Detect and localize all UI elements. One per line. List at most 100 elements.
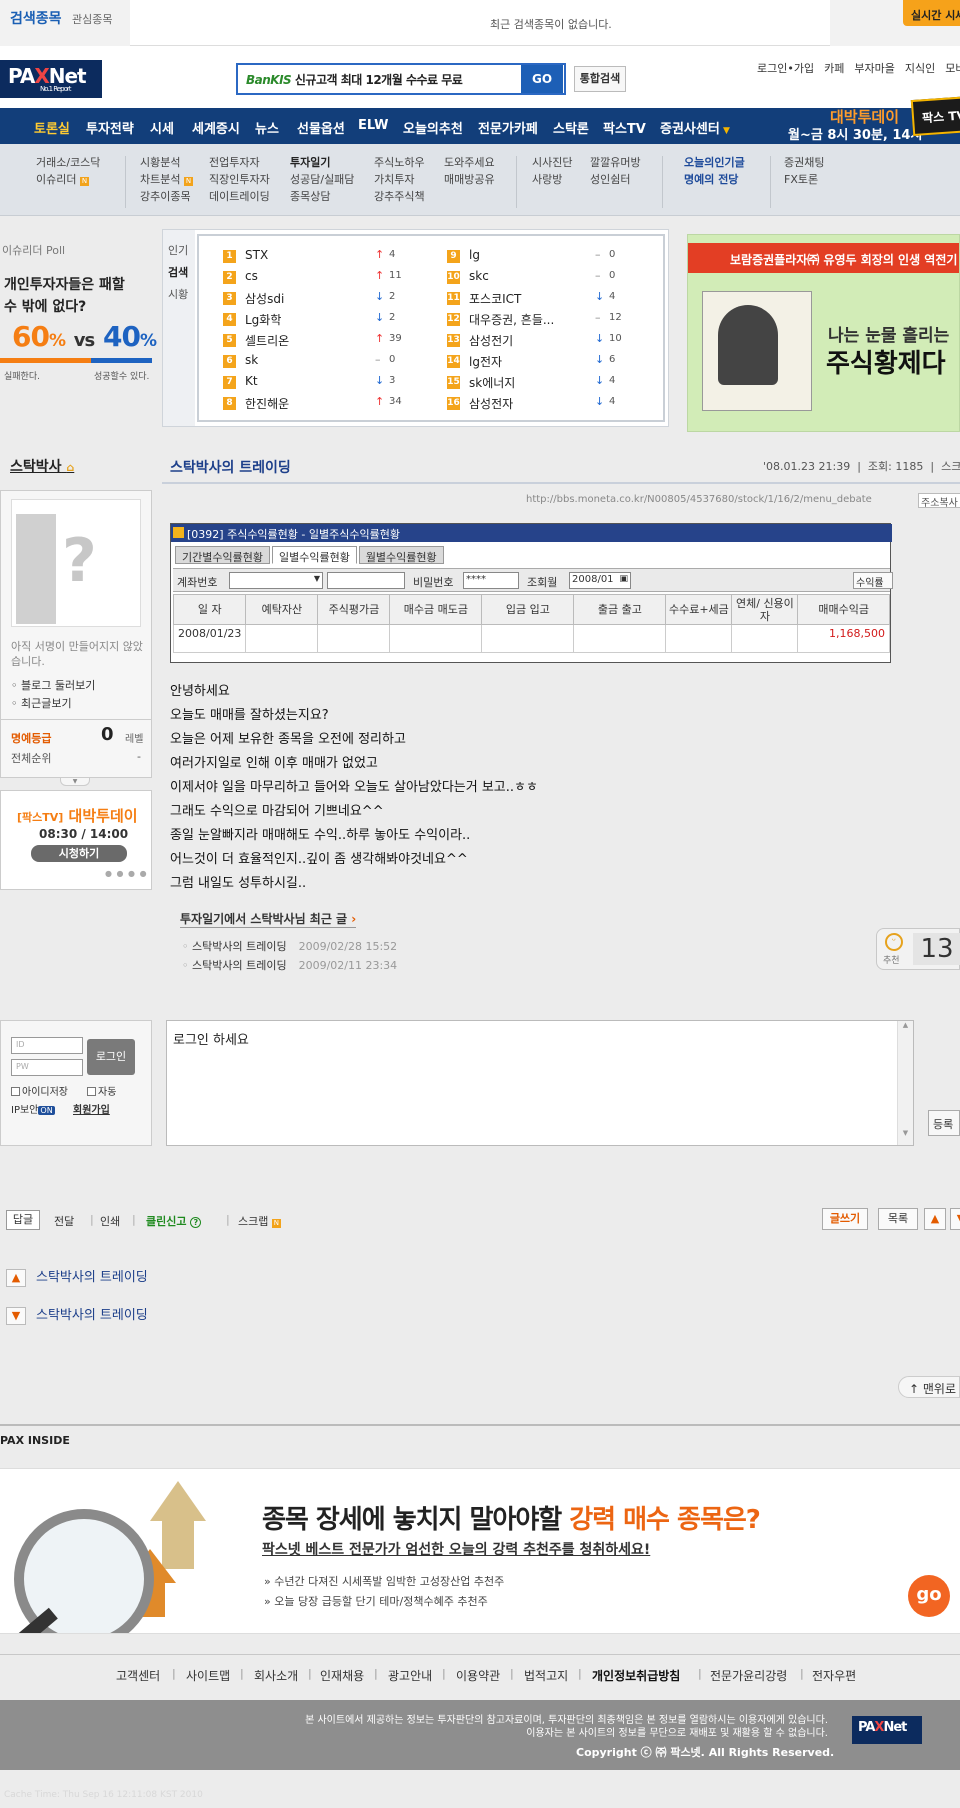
- list-button[interactable]: 목록: [878, 1208, 918, 1230]
- next-post-link[interactable]: ▼ 스탁박사의 트레이딩: [6, 1304, 148, 1325]
- comment-register-button[interactable]: 등록: [928, 1110, 960, 1136]
- recent-posts-header[interactable]: 투자일기에서 스탁박사님 최근 글 ›: [180, 910, 357, 928]
- link-join[interactable]: •가입: [787, 62, 814, 75]
- subnav-link-current[interactable]: 시사진단: [532, 154, 572, 171]
- subnav-link-help[interactable]: 도와주세요: [444, 154, 495, 171]
- realtime-quote-button[interactable]: 실시간 시세: [903, 0, 960, 26]
- prev-post-link[interactable]: ▲ 스탁박사의 트레이딩: [6, 1266, 148, 1287]
- paxtv-badge[interactable]: 팍스 TV: [910, 95, 960, 137]
- forward-link[interactable]: 전달: [54, 1213, 74, 1229]
- recent-posts-link[interactable]: ◦ 최근글보기: [11, 695, 72, 711]
- recent-post-item[interactable]: ◦ 스탁박사의 트레이딩 2009/02/28 15:52: [182, 938, 397, 954]
- carousel-dots[interactable]: ● ● ● ●: [105, 869, 148, 878]
- subnav-link-humor[interactable]: 깔깔유머방: [590, 154, 641, 171]
- search-banner[interactable]: BanKIS 신규고객 최대 12개월 수수료 무료: [236, 63, 566, 95]
- subnav-link-chat[interactable]: 증권채팅: [784, 154, 824, 171]
- tab-search[interactable]: 검색: [168, 264, 188, 280]
- recommend-button[interactable]: ᵕ 추천 13: [876, 928, 960, 970]
- subnav-link-trade-share[interactable]: 매매방공유: [444, 171, 495, 188]
- ranking-item[interactable]: 4 Lg화학 ↓ 2: [223, 309, 423, 330]
- ranking-item[interactable]: 10 skc –0: [447, 267, 647, 288]
- daebak-today-promo[interactable]: 대박투데이 월~금 8시 30분, 14시: [780, 94, 922, 144]
- ranking-item[interactable]: 3 삼성sdi ↓ 2: [223, 288, 423, 309]
- footer-link-privacy[interactable]: 개인정보취급방침: [592, 1667, 680, 1684]
- link-mobile[interactable]: 모바일: [945, 62, 960, 75]
- pw-input[interactable]: PW: [11, 1059, 83, 1076]
- ip-security-toggle[interactable]: IP보안 ON: [11, 1101, 55, 1116]
- subnav-link-daytrading[interactable]: 데이트레이딩: [209, 188, 270, 205]
- footer-link-sitemap[interactable]: 사이트맵: [186, 1667, 230, 1684]
- ranking-item[interactable]: 2 cs ↑ 11: [223, 267, 423, 288]
- ranking-item[interactable]: 5 셀트리온 ↑ 39: [223, 330, 423, 351]
- footer-link-email[interactable]: 전자우편: [812, 1667, 856, 1684]
- ranking-item[interactable]: 16 삼성전자 ↓ 4: [447, 393, 647, 414]
- pax-inside-ad[interactable]: 종목 장세에 놓치지 말아야할 강력 매수 종목은? 팍스넷 베스트 전문가가 …: [0, 1468, 960, 1634]
- paxnet-logo[interactable]: PAXNet No.1 Report: [0, 60, 102, 98]
- ranking-item[interactable]: 15 sk에너지 ↓ 4: [447, 372, 647, 393]
- arrow-down-icon[interactable]: ▼: [950, 1208, 960, 1230]
- nav-item-strategy[interactable]: 투자전략: [86, 118, 134, 137]
- ranking-item[interactable]: 8 한진해운 ↑ 34: [223, 393, 423, 414]
- subnav-link-value[interactable]: 가치투자: [374, 171, 425, 188]
- ranking-item[interactable]: 11 포스코ICT ↓ 4: [447, 288, 647, 309]
- subnav-link-chart-analysis[interactable]: 차트분석 N: [140, 171, 193, 188]
- subnav-link-strong-pick[interactable]: 강추이종목: [140, 188, 193, 205]
- ranking-item[interactable]: 1 STX ↑ 4: [223, 246, 423, 267]
- subnav-link-popular[interactable]: 오늘의인기글: [684, 154, 745, 171]
- subnav-link-office-investor[interactable]: 직장인투자자: [209, 171, 270, 188]
- subnav-link-books[interactable]: 강추주식책: [374, 188, 425, 205]
- to-top-button[interactable]: ↑ 맨위로: [898, 1376, 960, 1398]
- book-banner[interactable]: 보람증권플라자㈜ 유영두 회장의 인생 역전기 나는 눈물 흘리는 주식황제다: [687, 234, 960, 432]
- subnav-link-hall-of-fame[interactable]: 명예의 전당: [684, 171, 745, 188]
- login-button[interactable]: 로그인: [87, 1039, 135, 1075]
- join-link[interactable]: 회원가입: [73, 1101, 110, 1116]
- footer-link-terms[interactable]: 이용약관: [456, 1667, 500, 1684]
- footer-link-about[interactable]: 회사소개: [254, 1667, 298, 1684]
- subnav-link-diary[interactable]: 투자일기: [290, 154, 354, 171]
- nav-item-paxtv[interactable]: 팍스TV: [603, 118, 646, 137]
- ad-go-button[interactable]: go: [908, 1575, 950, 1617]
- link-knowledge[interactable]: 지식인: [905, 62, 935, 75]
- ranking-item[interactable]: 12 대우증권, 흔들... –12: [447, 309, 647, 330]
- subnav-link-lounge[interactable]: 사랑방: [532, 171, 572, 188]
- arrow-up-icon[interactable]: ▲: [924, 1208, 946, 1230]
- footer-link-ads[interactable]: 광고안내: [388, 1667, 432, 1684]
- comment-textarea[interactable]: 로그인 하세요 ▲ ▼: [166, 1020, 914, 1146]
- footer-link-support[interactable]: 고객센터: [116, 1667, 160, 1684]
- author-name[interactable]: 스탁박사 ⌂: [10, 456, 74, 476]
- save-id-checkbox[interactable]: 아이디저장: [11, 1083, 68, 1098]
- subnav-link-adult[interactable]: 성인쉼터: [590, 171, 641, 188]
- nav-item-forum[interactable]: 토론실: [34, 118, 70, 137]
- print-link[interactable]: 인쇄: [100, 1213, 120, 1229]
- link-login[interactable]: 로그인: [757, 62, 787, 75]
- nav-item-stockloan[interactable]: 스탁론: [553, 118, 589, 137]
- subnav-link-market-analysis[interactable]: 시황분석: [140, 154, 193, 171]
- paxtv-box[interactable]: [팍스TV] 대박투데이 08:30 / 14:00 시청하기 ● ● ● ●: [0, 790, 152, 890]
- nav-item-quotes[interactable]: 시세: [150, 118, 174, 137]
- tab-search-stocks[interactable]: 검색종목: [10, 8, 62, 28]
- scrollbar[interactable]: ▲ ▼: [897, 1021, 913, 1145]
- poll-question[interactable]: 개인투자자들은 패할 수 밖에 없다?: [4, 274, 125, 318]
- ranking-item[interactable]: 6 sk –0: [223, 351, 423, 372]
- tab-popular[interactable]: 인기: [168, 242, 188, 258]
- ranking-item[interactable]: 7 Kt ↓ 3: [223, 372, 423, 393]
- subnav-link-pro-investor[interactable]: 전업투자자: [209, 154, 270, 171]
- auto-login-checkbox[interactable]: 자동: [87, 1083, 116, 1098]
- scrap-link[interactable]: 스크랩 N: [238, 1213, 281, 1229]
- subnav-link-issue-leader[interactable]: 이슈리더 N: [36, 171, 100, 188]
- footer-link-ethics[interactable]: 전문가윤리강령: [710, 1667, 787, 1684]
- blog-link[interactable]: ◦ 블로그 둘러보기: [11, 677, 95, 693]
- footer-link-careers[interactable]: 인재채용: [320, 1667, 364, 1684]
- nav-item-elw[interactable]: ELW: [358, 118, 389, 133]
- nav-item-news[interactable]: 뉴스: [255, 118, 279, 137]
- ranking-item[interactable]: 9 lg –0: [447, 246, 647, 267]
- tab-interest-stocks[interactable]: 관심종목: [72, 11, 112, 27]
- nav-item-world[interactable]: 세계증시: [192, 118, 240, 137]
- id-input[interactable]: ID: [11, 1037, 83, 1054]
- nav-item-futures[interactable]: 선물옵션: [297, 118, 345, 137]
- nav-item-recommend[interactable]: 오늘의추천: [403, 118, 463, 137]
- subnav-link-fx[interactable]: FX토론: [784, 171, 824, 188]
- nav-item-broker-center[interactable]: 증권사센터 ▼: [660, 118, 730, 137]
- link-rich-village[interactable]: 부자마을: [854, 62, 894, 75]
- subnav-link-success-fail[interactable]: 성공담/실패담: [290, 171, 354, 188]
